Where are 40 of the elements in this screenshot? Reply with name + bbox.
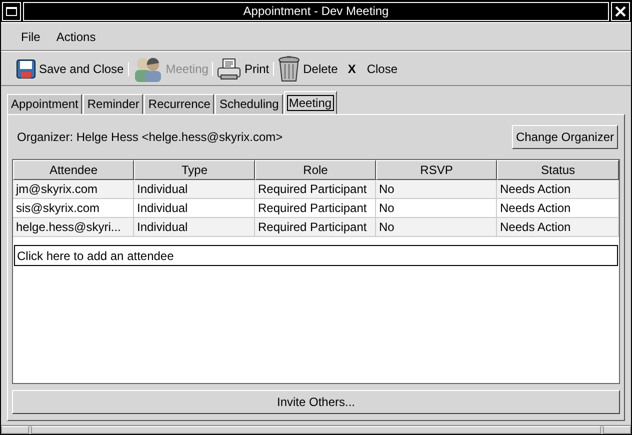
column-header[interactable]: Type	[134, 160, 255, 180]
close-button[interactable]: X Close	[340, 60, 401, 78]
add-attendee-field[interactable]: Click here to add an attendee	[14, 245, 618, 266]
tab[interactable]: Meeting	[284, 91, 337, 114]
delete-button[interactable]: Delete	[275, 56, 341, 82]
column-header[interactable]: RSVP	[376, 160, 497, 180]
invite-others-button[interactable]: Invite Others...	[12, 390, 620, 414]
organizer-label: Organizer: Helge Hess <helge.hess@skyrix.com>	[17, 129, 283, 146]
column-header[interactable]: Attendee	[13, 160, 134, 180]
column-header[interactable]: Status	[497, 160, 619, 180]
table-cell: Individual	[134, 218, 255, 237]
table-cell: jm@skyrix.com	[13, 180, 134, 199]
table-cell: Required Participant	[255, 180, 376, 199]
tab[interactable]: Recurrence	[144, 94, 214, 114]
table-cell: Individual	[134, 180, 255, 199]
table-cell: Required Participant	[255, 218, 376, 237]
table-cell: helge.hess@skyri...	[13, 218, 134, 237]
menu-item[interactable]: Actions	[48, 28, 104, 46]
menu-item[interactable]: File	[13, 28, 48, 46]
close-button[interactable]	[611, 2, 630, 21]
tab[interactable]: Scheduling	[215, 94, 283, 114]
window-menu-button[interactable]	[2, 2, 21, 21]
table-cell: No	[376, 218, 497, 237]
trash-can-icon	[278, 56, 300, 82]
printer-icon	[217, 58, 242, 80]
print-button[interactable]: Print	[214, 58, 272, 80]
column-header[interactable]: Role	[255, 160, 376, 180]
tab[interactable]: Appointment	[7, 94, 82, 114]
window-icon	[6, 7, 17, 16]
close-icon	[615, 6, 626, 17]
people-icon	[132, 56, 163, 82]
table-cell: Needs Action	[497, 180, 619, 199]
tab[interactable]: Reminder	[83, 94, 144, 114]
window-title: Appointment - Dev Meeting	[23, 2, 609, 21]
table-cell: Needs Action	[497, 218, 619, 237]
status-bar-panel	[1, 426, 29, 434]
status-bar-panel	[603, 426, 631, 434]
change-organizer-button[interactable]: Change Organizer	[512, 125, 618, 149]
table-cell: No	[376, 180, 497, 199]
save-button[interactable]: Save and Close	[13, 58, 127, 78]
